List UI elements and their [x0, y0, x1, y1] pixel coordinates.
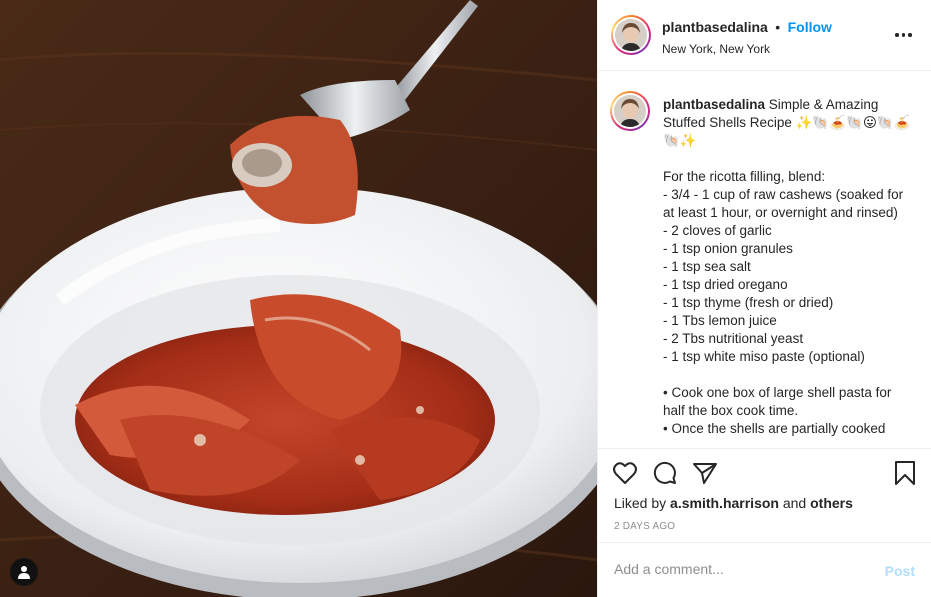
- author-username[interactable]: plantbasedalina: [662, 19, 768, 35]
- avatar-image: [615, 19, 647, 51]
- heart-icon[interactable]: [612, 460, 638, 486]
- post-actions: Liked by a.smith.harrison and others 2 d…: [598, 448, 931, 542]
- post-caption: plantbasedalina Simple & Amazing Stuffed…: [663, 96, 913, 438]
- liked-by-text: Liked by a.smith.harrison and others: [614, 495, 853, 511]
- caption-username[interactable]: plantbasedalina: [663, 97, 765, 112]
- liked-by-others-link[interactable]: others: [810, 495, 853, 511]
- comment-input[interactable]: [614, 561, 854, 577]
- caption-steps: • Cook one box of large shell pasta for …: [663, 385, 892, 436]
- caption-scroll-area[interactable]: plantbasedalina Simple & Amazing Stuffed…: [598, 72, 931, 448]
- separator-dot: •: [775, 19, 781, 35]
- liked-by-user-link[interactable]: a.smith.harrison: [670, 495, 779, 511]
- person-icon: [18, 566, 30, 579]
- comment-icon[interactable]: [652, 460, 678, 486]
- user-tag-button[interactable]: [10, 558, 38, 586]
- avatar-image: [614, 95, 646, 127]
- post-side-panel: plantbasedalina • Follow New York, New Y…: [597, 0, 931, 597]
- caption-ingredients: For the ricotta filling, blend: - 3/4 - …: [663, 169, 904, 364]
- caption-author-avatar[interactable]: [610, 91, 650, 131]
- bookmark-icon[interactable]: [892, 460, 918, 486]
- paper-plane-icon[interactable]: [692, 460, 718, 486]
- post-header: plantbasedalina • Follow New York, New Y…: [598, 0, 931, 71]
- post-photo[interactable]: [0, 0, 597, 597]
- comment-form: Post: [598, 542, 931, 597]
- more-horizontal-icon[interactable]: [895, 27, 913, 43]
- post-timestamp[interactable]: 2 days ago: [614, 521, 675, 532]
- post-comment-button[interactable]: Post: [885, 563, 915, 579]
- pasta-photo: [0, 0, 597, 597]
- liked-by-prefix: Liked by: [614, 495, 671, 511]
- follow-button[interactable]: Follow: [788, 19, 832, 35]
- post-location[interactable]: New York, New York: [662, 42, 832, 56]
- liked-by-and: and: [778, 495, 811, 511]
- author-avatar[interactable]: [611, 15, 651, 55]
